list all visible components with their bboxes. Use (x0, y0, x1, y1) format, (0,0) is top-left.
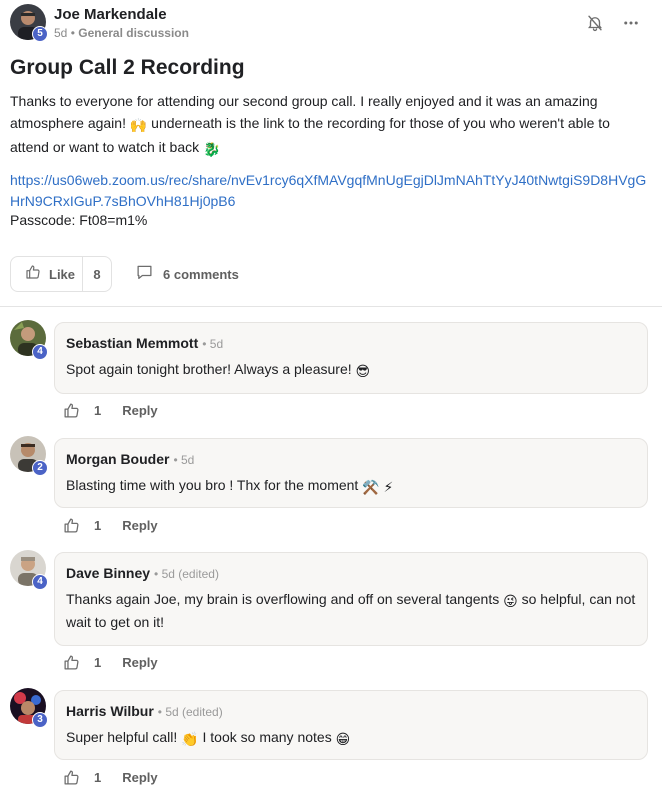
comment-actions: 1 Reply (63, 402, 158, 419)
comment-like-count: 1 (94, 518, 102, 533)
commenter-name[interactable]: Morgan Bouder (66, 451, 169, 467)
post-body: Thanks to everyone for attending our sec… (10, 90, 650, 160)
comment-bubble: Dave Binney • 5d (edited) Thanks again Jo… (54, 552, 648, 646)
winking-tongue-emoji: 😜 (503, 593, 518, 609)
comment-actions: 1 Reply (63, 517, 158, 534)
comment-text: Blasting time with you bro ! Thx for the… (66, 475, 641, 498)
clapping-hands-emoji: 👏 (181, 731, 199, 747)
reply-button[interactable]: Reply (122, 770, 157, 785)
bell-off-icon[interactable] (584, 12, 606, 34)
commenter-name[interactable]: Harris Wilbur (66, 703, 154, 719)
thumbs-up-icon[interactable] (63, 769, 80, 786)
grinning-emoji: 😁 (335, 731, 351, 747)
comments-count: 6 comments (163, 267, 239, 282)
meta-separator: • (67, 26, 79, 40)
comment-text: Thanks again Joe, my brain is overflowin… (66, 589, 641, 633)
reply-button[interactable]: Reply (122, 655, 157, 670)
comment-like-count: 1 (94, 770, 102, 785)
comment-text: Spot again tonight brother! Always a ple… (66, 359, 641, 382)
comment-bubble: Harris Wilbur • 5d (edited) Super helpful… (54, 690, 648, 760)
author-level-badge: 5 (32, 26, 48, 42)
comment-text-content: Spot again tonight brother! Always a ple… (66, 361, 356, 377)
comment-meta: • 5d (202, 337, 224, 351)
raising-hands-emoji: 🙌 (129, 117, 148, 133)
comment-actions: 1 Reply (63, 769, 158, 786)
comment-like-count: 1 (94, 403, 102, 418)
author-name[interactable]: Joe Markendale (54, 6, 167, 23)
commenter-level-badge: 2 (32, 460, 48, 476)
hammer-and-lightning-emoji: ⚒️ ⚡ (362, 479, 394, 495)
comment-bubble: Morgan Bouder • 5d Blasting time with you… (54, 438, 648, 508)
commenter-name[interactable]: Dave Binney (66, 565, 150, 581)
comments-link[interactable]: 6 comments (136, 264, 239, 285)
comment-text-content: Super helpful call! (66, 729, 182, 745)
sunglasses-emoji: 😎 (355, 363, 371, 379)
passcode-text: Passcode: Ft08=m1% (10, 212, 148, 228)
recording-link[interactable]: https://us06web.zoom.us/rec/share/nvEv1r… (10, 170, 655, 212)
like-count[interactable]: 8 (83, 267, 111, 282)
comment-text-content-2: I took so many notes (198, 729, 336, 745)
comment-meta: • 5d (173, 453, 195, 467)
post-meta: 5d • General discussion (54, 26, 189, 40)
thumbs-up-icon[interactable] (63, 402, 80, 419)
like-label: Like (49, 266, 76, 282)
divider (0, 306, 662, 307)
post-title: Group Call 2 Recording (10, 56, 245, 79)
reply-button[interactable]: Reply (122, 518, 157, 533)
reply-button[interactable]: Reply (122, 403, 157, 418)
like-button[interactable]: Like (11, 257, 83, 291)
post-category[interactable]: General discussion (78, 26, 189, 40)
comment-actions: 1 Reply (63, 654, 158, 671)
post-header: 5 Joe Markendale 5d • General discussion (10, 4, 652, 44)
commenter-level-badge: 3 (32, 712, 48, 728)
commenter-level-badge: 4 (32, 344, 48, 360)
commenter-name[interactable]: Sebastian Memmott (66, 335, 198, 351)
thumbs-up-icon[interactable] (63, 654, 80, 671)
thumbs-up-icon (25, 264, 41, 285)
commenter-level-badge: 4 (32, 574, 48, 590)
like-box: Like 8 (10, 256, 112, 292)
thumbs-up-icon[interactable] (63, 517, 80, 534)
comment-icon (136, 264, 153, 285)
dragon-emoji: 🐉 (203, 141, 221, 157)
post-time: 5d (54, 26, 68, 40)
comment-meta: • 5d (edited) (157, 705, 223, 719)
comment-bubble: Sebastian Memmott • 5d Spot again tonight… (54, 322, 648, 394)
comment-like-count: 1 (94, 655, 102, 670)
comment-text-content: Blasting time with you bro ! Thx for the… (66, 477, 363, 493)
comment-meta: • 5d (edited) (154, 567, 219, 581)
more-horizontal-icon[interactable] (620, 12, 642, 34)
comment-text-content: Thanks again Joe, my brain is overflowin… (66, 591, 504, 607)
comment-text: Super helpful call! 👏 I took so many not… (66, 727, 641, 750)
